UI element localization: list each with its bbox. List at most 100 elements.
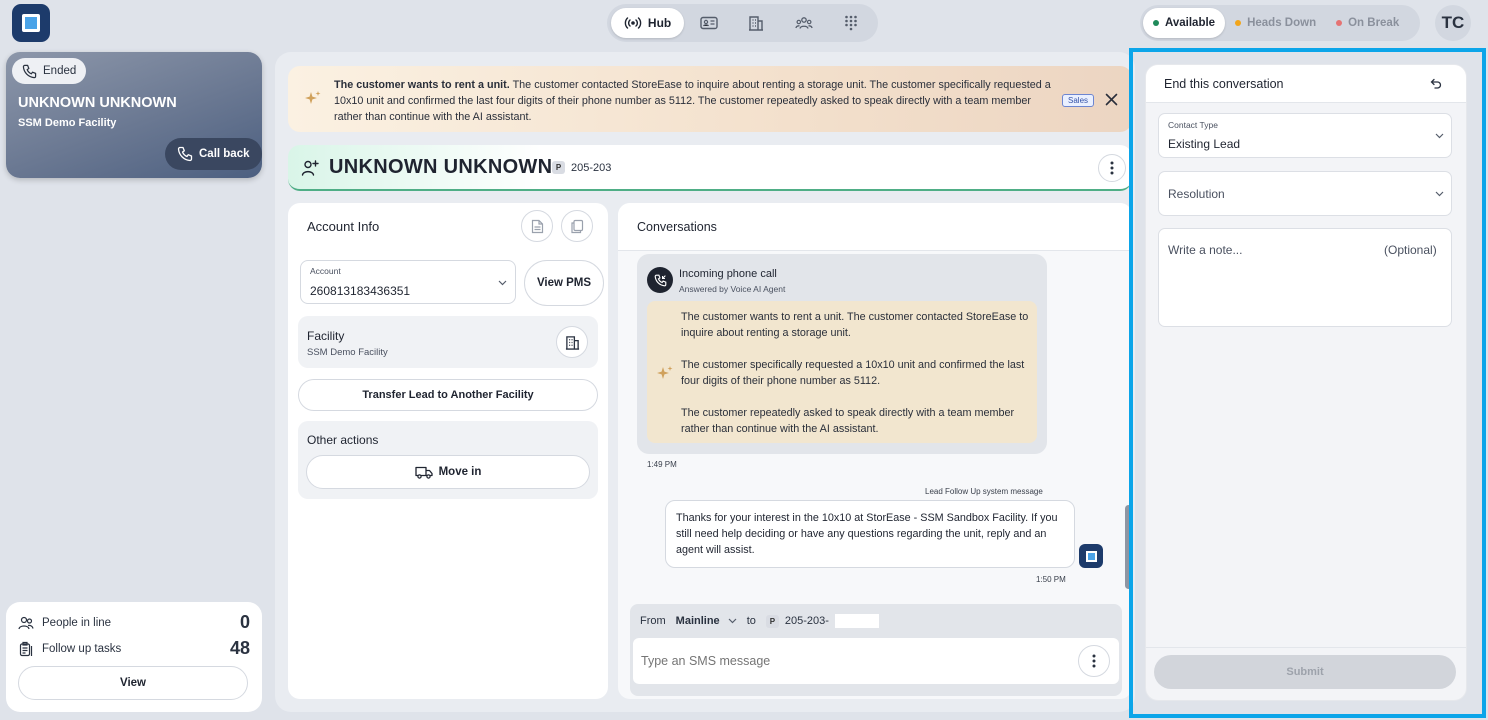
sms-input[interactable] (641, 650, 1061, 672)
incoming-call-avatar (647, 267, 673, 293)
from-select[interactable]: Mainline (676, 615, 737, 627)
submit-button[interactable]: Submit (1154, 655, 1456, 689)
phone-type-tag: P (552, 161, 565, 174)
clipboard-icon (19, 641, 33, 656)
chevron-down-icon (1435, 191, 1444, 197)
system-message: Thanks for your interest in the 10x10 at… (665, 500, 1075, 568)
status-heads-down[interactable]: Heads Down (1225, 8, 1326, 38)
call-message-title: Incoming phone call (679, 268, 777, 280)
status-dot (1235, 20, 1242, 26)
building-icon (749, 16, 764, 31)
conversations-header: Conversations (618, 203, 1132, 251)
conversations-panel: Conversations Incoming phone call Answer… (618, 203, 1132, 699)
call-status-badge: Ended (12, 58, 87, 84)
incoming-call-icon (654, 274, 666, 286)
nav-facilities[interactable] (734, 8, 779, 38)
app-logo[interactable] (12, 4, 50, 42)
summary-paragraph: The customer wants to rent a unit. The c… (681, 311, 1029, 339)
to-number: P 205-203- (765, 614, 879, 628)
resolution-label: Resolution (1168, 187, 1225, 201)
caller-name: UNKNOWN UNKNOWN (18, 95, 177, 111)
nav-hub[interactable]: Hub (611, 8, 685, 38)
facility-box: Facility SSM Demo Facility (298, 316, 598, 368)
contact-phone-number: 205-203 (571, 161, 612, 174)
summary-paragraph: The customer repeatedly asked to speak d… (681, 407, 1015, 435)
queue-stats-card: People in line 0 Follow up tasks 48 View (6, 602, 262, 712)
status-dot (1153, 20, 1159, 26)
conversations-title: Conversations (637, 220, 717, 234)
more-vertical-icon (1110, 161, 1114, 175)
add-user-icon[interactable] (301, 159, 319, 177)
end-panel-header: End this conversation (1146, 65, 1466, 103)
phone-type-tag: P (765, 614, 779, 628)
resolution-select[interactable]: Resolution (1158, 171, 1452, 216)
facility-details-button[interactable] (556, 326, 588, 358)
nav-team[interactable] (781, 8, 826, 38)
to-value: 205-203- (784, 615, 829, 627)
dialpad-icon (845, 15, 858, 31)
close-icon[interactable] (1105, 93, 1118, 106)
transfer-lead-button[interactable]: Transfer Lead to Another Facility (298, 379, 598, 411)
call-message-subtitle: Answered by Voice AI Agent (679, 284, 786, 294)
copy-button[interactable] (561, 210, 593, 242)
footer-divider (1146, 647, 1466, 648)
account-select-label: Account (310, 266, 341, 276)
banner-headline: The customer wants to rent a unit. (334, 79, 510, 91)
call-status-label: Ended (43, 65, 77, 77)
sparkle-icon (305, 91, 321, 104)
logo-icon (1085, 550, 1097, 562)
people-in-line-count: 0 (239, 612, 250, 632)
from-label: From (640, 615, 666, 627)
contact-phone: P 205-203 (552, 161, 611, 174)
chevron-down-icon (498, 280, 507, 286)
undo-icon[interactable] (1430, 78, 1442, 90)
note-optional-label: (Optional) (1384, 243, 1437, 257)
status-heads-down-label: Heads Down (1247, 17, 1317, 29)
call-summary-text: The customer wants to rent a unit. The c… (681, 309, 1031, 437)
composer-more-button[interactable] (1078, 645, 1110, 677)
contact-type-label: Contact Type (1168, 120, 1218, 130)
chevron-down-icon (1435, 133, 1444, 139)
phone-icon (177, 146, 193, 162)
contact-more-button[interactable] (1098, 154, 1126, 182)
nav-contacts[interactable] (686, 8, 731, 38)
notes-button[interactable] (521, 210, 553, 242)
nav-hub-label: Hub (647, 16, 672, 30)
account-info-title: Account Info (307, 219, 380, 234)
status-available-label: Available (1165, 17, 1216, 29)
nav-dialpad[interactable] (829, 8, 874, 38)
composer-routing: From Mainline to P 205-203- (640, 614, 879, 628)
contact-type-select[interactable]: Contact Type Existing Lead (1158, 113, 1452, 158)
caller-facility: SSM Demo Facility (18, 117, 117, 129)
call-back-button[interactable]: Call back (165, 138, 262, 170)
user-avatar[interactable]: TC (1435, 5, 1471, 41)
people-in-line-label: People in line (42, 616, 112, 629)
broadcast-icon (624, 17, 642, 29)
system-message-time: 1:50 PM (1036, 575, 1066, 584)
note-field[interactable]: Write a note... (Optional) (1158, 228, 1452, 327)
sparkle-icon (657, 366, 673, 379)
view-queue-button[interactable]: View (18, 666, 248, 700)
ai-summary-banner: The customer wants to rent a unit. The c… (288, 66, 1132, 132)
from-value: Mainline (675, 615, 720, 627)
follow-up-label: Follow up tasks (42, 642, 122, 655)
status-on-break[interactable]: On Break (1326, 8, 1409, 38)
building-icon (565, 335, 579, 350)
truck-icon (414, 466, 433, 479)
sms-input-box (633, 638, 1119, 684)
to-label: to (746, 615, 756, 627)
account-select[interactable]: Account 260813183436351 (300, 260, 516, 304)
redacted-block (834, 614, 879, 628)
account-select-value: 260813183436351 (310, 284, 411, 298)
incoming-call-message: Incoming phone call Answered by Voice AI… (637, 254, 1047, 454)
view-pms-button[interactable]: View PMS (524, 260, 604, 306)
agent-status-switch: Available Heads Down On Break (1140, 5, 1420, 41)
people-in-line-row: People in line 0 (18, 612, 250, 633)
move-in-button[interactable]: Move in (306, 455, 590, 489)
status-dot (1336, 20, 1343, 26)
document-icon (531, 219, 543, 233)
other-actions-box: Other actions Move in (298, 421, 598, 499)
chevron-down-icon (728, 618, 737, 624)
contact-header: UNKNOWN UNKNOWN P 205-203 (288, 145, 1132, 191)
status-available[interactable]: Available (1143, 8, 1226, 38)
